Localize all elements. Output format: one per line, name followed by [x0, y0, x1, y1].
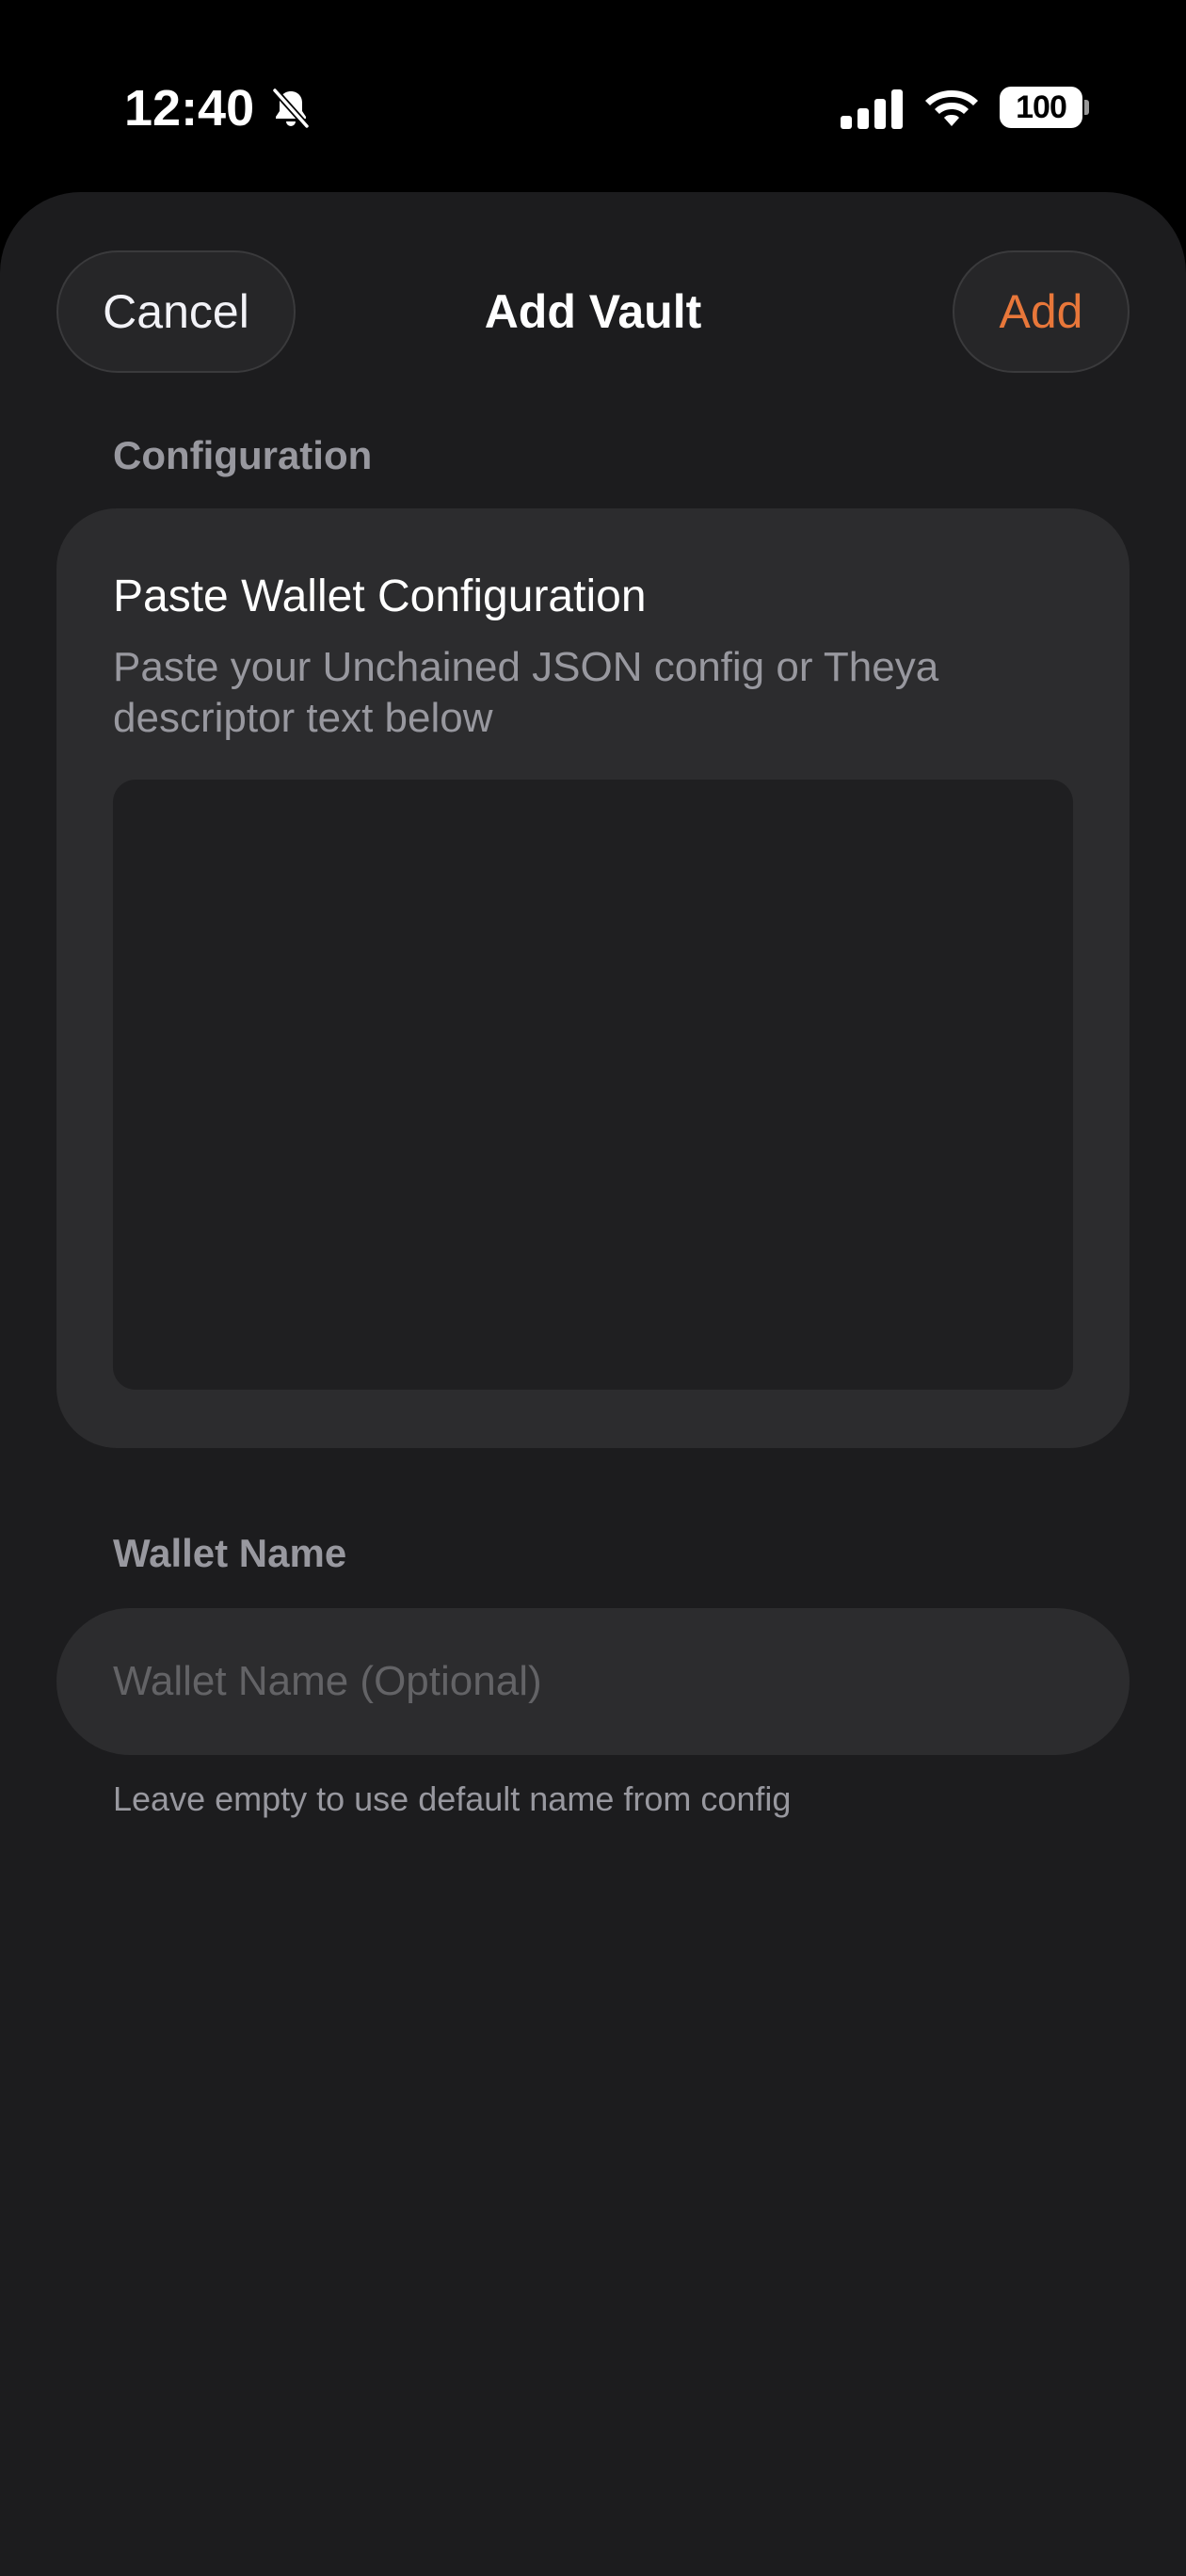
battery-level: 100 — [1016, 89, 1067, 125]
screen: 12:40 100 Cancel Add Vault Add Configura… — [0, 0, 1186, 2576]
card-title: Paste Wallet Configuration — [113, 572, 647, 621]
wallet-name-section-header: Wallet Name — [113, 1531, 347, 1575]
wifi-icon — [925, 90, 978, 126]
cancel-button[interactable]: Cancel — [56, 250, 296, 373]
wallet-name-helper-text: Leave empty to use default name from con… — [113, 1779, 792, 1818]
battery-tip — [1084, 100, 1089, 115]
cellular-signal-icon — [841, 89, 903, 129]
status-bar: 12:40 100 — [0, 0, 1186, 188]
status-time: 12:40 — [124, 80, 255, 137]
configuration-section-header: Configuration — [113, 433, 373, 477]
battery-body: 100 — [1000, 87, 1082, 128]
add-button[interactable]: Add — [953, 250, 1130, 373]
bell-slash-icon — [271, 87, 311, 130]
page-title: Add Vault — [484, 285, 702, 338]
configuration-textarea[interactable] — [113, 780, 1073, 1390]
add-vault-sheet: Cancel Add Vault Add Configuration Paste… — [0, 192, 1186, 2576]
configuration-card: Paste Wallet Configuration Paste your Un… — [56, 508, 1130, 1448]
card-subtitle: Paste your Unchained JSON config or They… — [113, 644, 939, 741]
wallet-name-field[interactable] — [56, 1608, 1130, 1755]
battery-icon: 100 — [1000, 87, 1089, 128]
